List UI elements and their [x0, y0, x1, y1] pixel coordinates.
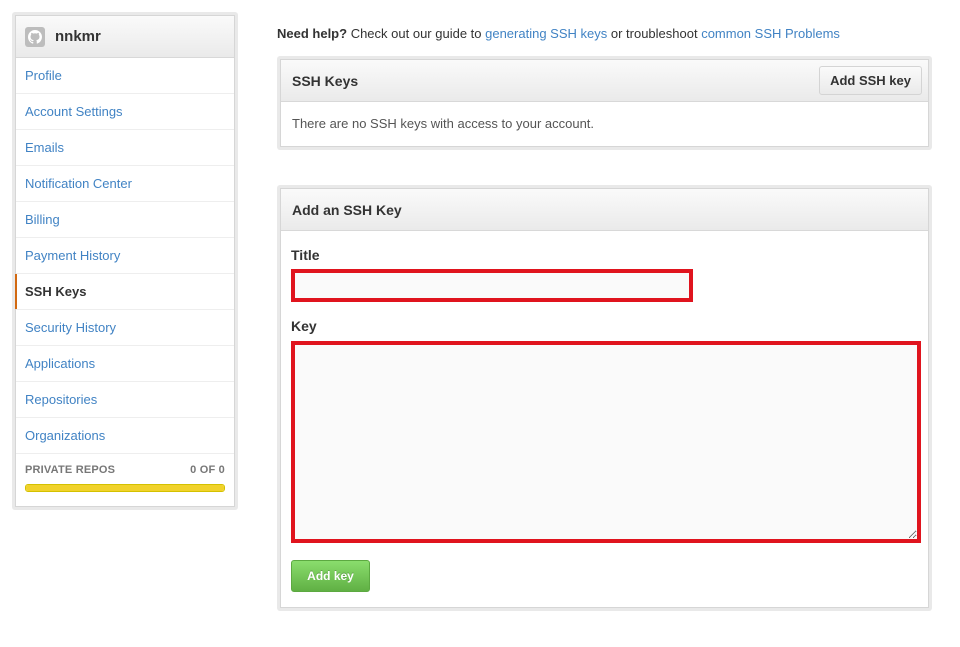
private-repos-count: 0 OF 0 [190, 464, 225, 476]
help-text-1: Check out our guide to [347, 26, 486, 41]
help-lead: Need help? [277, 26, 348, 41]
sidebar-header: nnkmr [16, 16, 234, 58]
private-repos-progress-fill [26, 485, 224, 491]
sidebar-item-profile[interactable]: Profile [16, 58, 234, 94]
key-textarea[interactable] [291, 341, 921, 543]
ssh-keys-title: SSH Keys [292, 72, 359, 89]
sidebar-item-notification-center[interactable]: Notification Center [16, 166, 234, 202]
sidebar-panel: nnkmr Profile Account Settings Emails No… [15, 15, 235, 507]
sidebar-item-billing[interactable]: Billing [16, 202, 234, 238]
add-ssh-key-panel: Add an SSH Key Title Key Add key [280, 188, 929, 608]
sidebar-item-organizations[interactable]: Organizations [16, 418, 234, 454]
sidebar-item-emails[interactable]: Emails [16, 130, 234, 166]
sidebar-item-account-settings[interactable]: Account Settings [16, 94, 234, 130]
private-repos-row: PRIVATE REPOS 0 OF 0 [25, 464, 225, 476]
common-ssh-problems-link[interactable]: common SSH Problems [701, 26, 840, 41]
help-text-2: or troubleshoot [607, 26, 702, 41]
private-repos-progress [25, 484, 225, 492]
sidebar-item-ssh-keys[interactable]: SSH Keys [15, 274, 234, 310]
octocat-icon [28, 29, 42, 44]
add-ssh-key-title: Add an SSH Key [292, 201, 402, 218]
add-ssh-key-header: Add an SSH Key [281, 189, 928, 231]
settings-sidebar: nnkmr Profile Account Settings Emails No… [12, 12, 238, 510]
ssh-keys-panel: SSH Keys Add SSH key There are no SSH ke… [280, 59, 929, 147]
title-label: Title [291, 247, 320, 263]
add-ssh-key-button[interactable]: Add SSH key [819, 66, 922, 95]
sidebar-item-security-history[interactable]: Security History [16, 310, 234, 346]
add-ssh-key-box: Add an SSH Key Title Key Add key [277, 185, 932, 611]
form-actions: Add key [291, 560, 918, 592]
private-repos-section: PRIVATE REPOS 0 OF 0 [16, 454, 234, 492]
avatar [25, 26, 45, 47]
sidebar-item-repositories[interactable]: Repositories [16, 382, 234, 418]
help-text: Need help? Check out our guide to genera… [277, 26, 840, 41]
add-ssh-key-form: Title Key Add key [281, 231, 928, 592]
sidebar-item-applications[interactable]: Applications [16, 346, 234, 382]
ssh-keys-empty-message: There are no SSH keys with access to you… [292, 116, 595, 131]
ssh-keys-box: SSH Keys Add SSH key There are no SSH ke… [277, 56, 932, 150]
sidebar-item-payment-history[interactable]: Payment History [16, 238, 234, 274]
private-repos-label: PRIVATE REPOS [25, 464, 116, 476]
username[interactable]: nnkmr [55, 28, 101, 45]
key-label: Key [291, 318, 317, 334]
generating-ssh-keys-link[interactable]: generating SSH keys [485, 26, 607, 41]
add-key-button[interactable]: Add key [291, 560, 370, 592]
ssh-keys-header: SSH Keys Add SSH key [281, 60, 928, 102]
title-input[interactable] [291, 269, 693, 302]
